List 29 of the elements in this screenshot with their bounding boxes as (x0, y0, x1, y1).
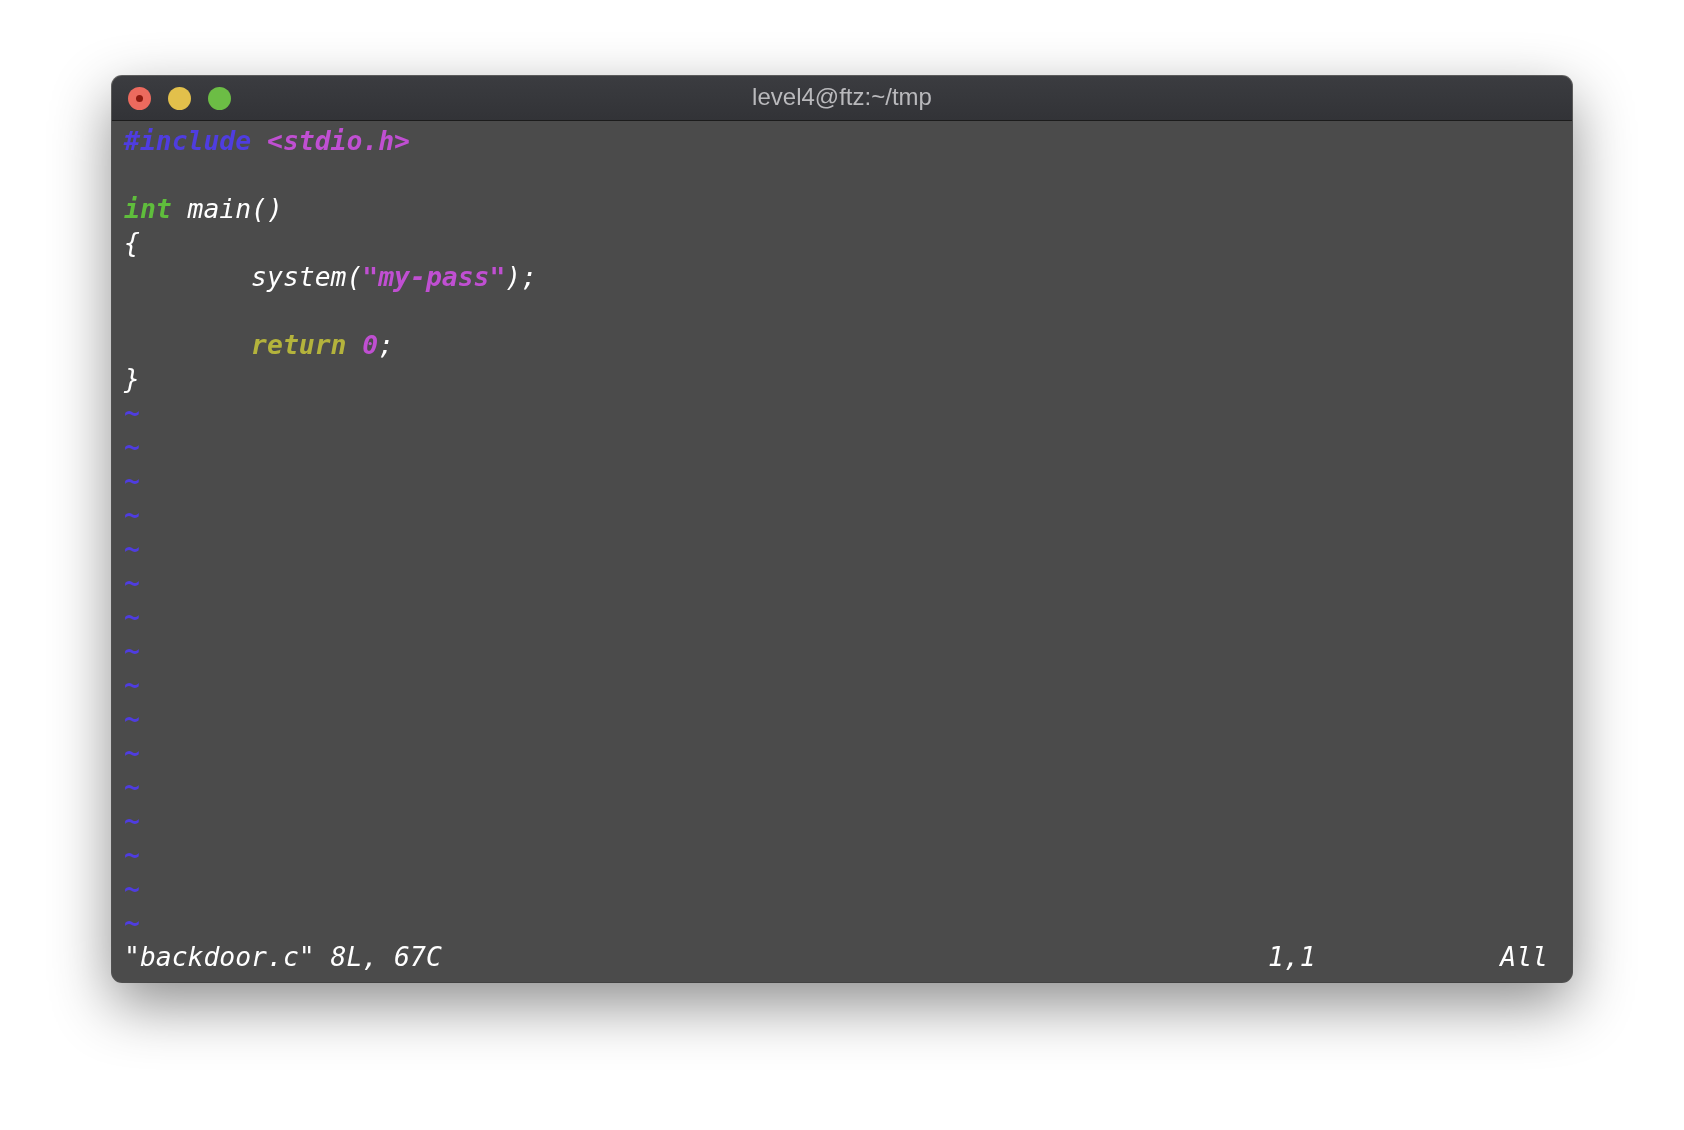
empty-line-tilde: ~ (124, 668, 140, 702)
empty-line-tilde: ~ (124, 872, 140, 906)
status-message: "backdoor.c" 8L, 67C (124, 940, 443, 974)
empty-line-tilde: ~ (124, 702, 140, 736)
code-line: } (124, 362, 140, 396)
empty-line-tilde: ~ (124, 634, 140, 668)
empty-line-tilde: ~ (124, 464, 140, 498)
empty-line-tilde: ~ (124, 906, 140, 940)
empty-line-tilde: ~ (124, 498, 140, 532)
minimize-button-icon[interactable] (168, 86, 191, 110)
empty-line-tilde: ~ (124, 838, 140, 872)
empty-line-tilde: ~ (124, 532, 140, 566)
empty-line-tilde: ~ (124, 430, 140, 464)
empty-line-tilde: ~ (124, 804, 140, 838)
window-title: level4@ftz:~/tmp (752, 83, 932, 111)
code-line: { (124, 226, 140, 260)
empty-line-tilde: ~ (124, 600, 140, 634)
close-button-icon[interactable] (128, 86, 151, 110)
maximize-button-icon[interactable] (208, 86, 231, 110)
code-line: int main() (124, 192, 283, 226)
scroll-position: All (1500, 940, 1548, 974)
cursor-position: 1,1 (1267, 940, 1316, 974)
code-line: system("my-pass"); (250, 260, 538, 294)
empty-line-tilde: ~ (124, 396, 140, 430)
code-line: return 0; (250, 328, 395, 362)
empty-line-tilde: ~ (124, 566, 140, 600)
empty-line-tilde: ~ (124, 736, 140, 770)
empty-line-tilde: ~ (124, 770, 140, 804)
code-line: #include <stdio.h> (124, 124, 410, 158)
